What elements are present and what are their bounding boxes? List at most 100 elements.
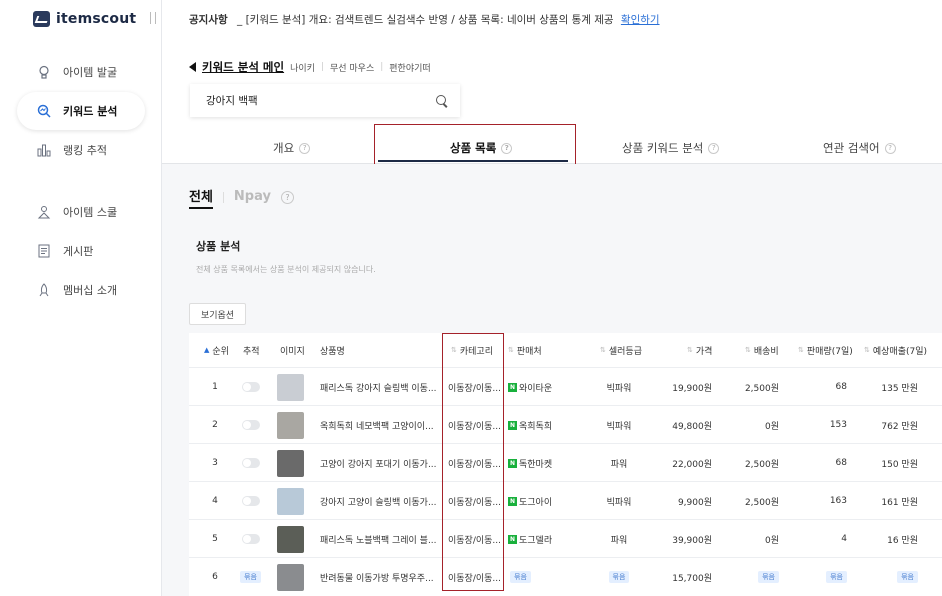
bundle-badge: 묶음 bbox=[758, 571, 779, 583]
subtab-npay[interactable]: Npay bbox=[234, 189, 271, 206]
cell-product-name[interactable]: 반려동물 이동가방 투명우주... bbox=[320, 558, 434, 596]
naver-icon: N bbox=[508, 458, 517, 468]
cell-product-name[interactable]: 패리스독 노블백팩 그레이 블... bbox=[320, 520, 437, 558]
tab-product-keywords[interactable]: 상품 키워드 분석 ? bbox=[622, 140, 720, 156]
sidebar-item-membership[interactable]: 멤버십 소개 bbox=[17, 271, 145, 309]
back-arrow-icon[interactable] bbox=[189, 62, 196, 72]
tab-overview[interactable]: 개요 ? bbox=[273, 140, 311, 156]
seller-name: 독한마켓 bbox=[519, 459, 553, 470]
track-toggle[interactable] bbox=[242, 382, 260, 392]
recent-keyword[interactable]: 편한야기떠 bbox=[389, 61, 430, 74]
breadcrumb: 키워드 분석 메인 나이키 | 무선 마우스 | 편한야기떠 bbox=[189, 59, 431, 75]
track-toggle[interactable] bbox=[242, 458, 260, 468]
th-price[interactable]: ⇅ 가격 bbox=[687, 333, 712, 367]
cell-revenue: 16 만원 bbox=[887, 535, 918, 546]
th-seller[interactable]: ⇅ 판매처 bbox=[508, 333, 542, 367]
th-revenue[interactable]: ⇅ 예상매출(7일) bbox=[864, 333, 927, 367]
cell-track bbox=[242, 406, 260, 444]
product-thumbnail[interactable] bbox=[277, 449, 304, 477]
table-row[interactable]: 4 강아지 고양이 슬링백 이동가... 이동장/이동... N 도그아이 빅파워 9,90… bbox=[189, 481, 942, 519]
view-options-button[interactable]: 보기옵션 bbox=[189, 303, 246, 325]
search-chart-icon bbox=[37, 104, 51, 118]
sidebar-item-item-discovery[interactable]: 아이템 발굴 bbox=[17, 53, 145, 91]
cell-track bbox=[242, 368, 260, 406]
sort-icon: ⇅ bbox=[745, 346, 751, 354]
cell-revenue: 150 만원 bbox=[881, 459, 918, 470]
cell-image bbox=[277, 368, 304, 406]
product-thumbnail[interactable] bbox=[277, 525, 304, 553]
tab-related-keywords[interactable]: 연관 검색어 ? bbox=[823, 140, 896, 156]
divider: | bbox=[380, 62, 384, 72]
search-icon[interactable] bbox=[436, 94, 448, 107]
notice-link[interactable]: 확인하기 bbox=[621, 14, 660, 26]
cell-sales: 153 bbox=[829, 420, 847, 430]
sidebar-item-board[interactable]: 게시판 bbox=[17, 232, 145, 270]
seller-name: 도그델라 bbox=[519, 535, 553, 546]
sidebar-collapse-handle[interactable] bbox=[150, 12, 156, 24]
th-sales[interactable]: ⇅ 판매량(7일) bbox=[798, 333, 853, 367]
help-icon[interactable]: ? bbox=[280, 191, 294, 204]
sidebar-item-keyword-analysis[interactable]: 키워드 분석 bbox=[17, 92, 145, 130]
th-shipping[interactable]: ⇅ 배송비 bbox=[745, 333, 779, 367]
table-row[interactable]: 1 패리스독 강아지 슬링백 이동... 이동장/이동... N 와이타운 빅파워 19,9… bbox=[189, 367, 942, 405]
sidebar-item-label: 멤버십 소개 bbox=[63, 284, 118, 297]
sidebar-item-ranking[interactable]: 랭킹 추적 bbox=[17, 131, 145, 169]
track-toggle[interactable] bbox=[242, 496, 260, 506]
cell-seller[interactable]: N 도그델라 bbox=[508, 520, 552, 558]
cell-product-name[interactable]: 강아지 고양이 슬링백 이동가... bbox=[320, 482, 437, 520]
table-row[interactable]: 5 패리스독 노블백팩 그레이 블... 이동장/이동... N 도그델라 파워 39,90… bbox=[189, 519, 942, 557]
product-thumbnail[interactable] bbox=[277, 487, 304, 515]
cell-image bbox=[277, 520, 304, 558]
cell-price: 49,800원 bbox=[672, 421, 712, 432]
help-icon[interactable]: ? bbox=[884, 142, 896, 154]
cell-image bbox=[277, 482, 304, 520]
cell-grade: 파워 bbox=[610, 459, 628, 470]
product-thumbnail[interactable] bbox=[277, 373, 304, 401]
logo[interactable]: itemscout bbox=[33, 11, 136, 27]
product-thumbnail[interactable] bbox=[277, 411, 304, 439]
cell-product-name[interactable]: 패리스독 강아지 슬링백 이동... bbox=[320, 368, 437, 406]
cell-seller[interactable]: N 와이타운 bbox=[508, 368, 552, 406]
recent-keyword[interactable]: 나이키 bbox=[290, 61, 315, 74]
breadcrumb-main[interactable]: 키워드 분석 메인 bbox=[202, 59, 284, 75]
sidebar-item-label: 아이템 발굴 bbox=[63, 66, 118, 79]
bundle-badge: 묶음 bbox=[240, 571, 261, 583]
table-row[interactable]: 6 묶음 반려동물 이동가방 투명우주... 이동장/이동... 묶음 묶음 15,700원… bbox=[189, 557, 942, 595]
cell-price: 39,900원 bbox=[672, 535, 712, 546]
header-label: 예상매출(7일) bbox=[872, 346, 928, 357]
cell-seller[interactable]: N 도그아이 bbox=[508, 482, 552, 520]
bundle-badge: 묶음 bbox=[608, 571, 630, 583]
sidebar: itemscout 아이템 발굴 키워드 분석 랭킹 추적 아이템 스쿨 게시판… bbox=[0, 0, 162, 596]
naver-icon: N bbox=[508, 496, 517, 506]
track-toggle[interactable] bbox=[242, 534, 260, 544]
cell-image bbox=[277, 444, 304, 482]
sidebar-item-label: 게시판 bbox=[63, 245, 94, 258]
cell-seller[interactable]: N 옥희독희 bbox=[508, 406, 552, 444]
cell-grade: 빅파워 bbox=[606, 421, 632, 432]
cell-price: 22,000원 bbox=[672, 459, 712, 470]
help-icon[interactable]: ? bbox=[299, 142, 311, 154]
header-label: 순위 bbox=[212, 346, 229, 357]
cell-sales: 68 bbox=[835, 458, 847, 468]
cell-seller[interactable]: N 독한마켓 bbox=[508, 444, 552, 482]
sidebar-item-label: 아이템 스쿨 bbox=[63, 206, 118, 219]
sidebar-item-school[interactable]: 아이템 스쿨 bbox=[17, 193, 145, 231]
search-input[interactable]: 강아지 백팩 bbox=[206, 93, 258, 108]
product-thumbnail[interactable] bbox=[277, 563, 304, 591]
cell-product-name[interactable]: 옥희독희 네모백팩 고양이이... bbox=[320, 406, 434, 444]
track-toggle[interactable] bbox=[242, 420, 260, 430]
table-row[interactable]: 3 고양이 강아지 포대기 이동가... 이동장/이동... N 독한마켓 파워 22,00… bbox=[189, 443, 942, 481]
th-rank[interactable]: ▲ 순위 bbox=[204, 333, 229, 367]
cell-revenue: 묶음 bbox=[869, 558, 918, 596]
cell-price: 15,700원 bbox=[672, 573, 712, 584]
help-icon[interactable]: ? bbox=[708, 142, 720, 154]
keyword-search-box[interactable]: 강아지 백팩 bbox=[190, 84, 460, 117]
sidebar-item-label: 랭킹 추적 bbox=[63, 144, 107, 157]
subtab-all[interactable]: 전체 bbox=[189, 186, 213, 209]
seller-name: 도그아이 bbox=[519, 497, 553, 508]
th-grade[interactable]: ⇅ 셀러등급 bbox=[600, 333, 642, 367]
cell-product-name[interactable]: 고양이 강아지 포대기 이동가... bbox=[320, 444, 437, 482]
cell-grade: 빅파워 bbox=[606, 383, 632, 394]
table-row[interactable]: 2 옥희독희 네모백팩 고양이이... 이동장/이동... N 옥희독희 빅파워 49,80… bbox=[189, 405, 942, 443]
recent-keyword[interactable]: 무선 마우스 bbox=[330, 61, 374, 74]
